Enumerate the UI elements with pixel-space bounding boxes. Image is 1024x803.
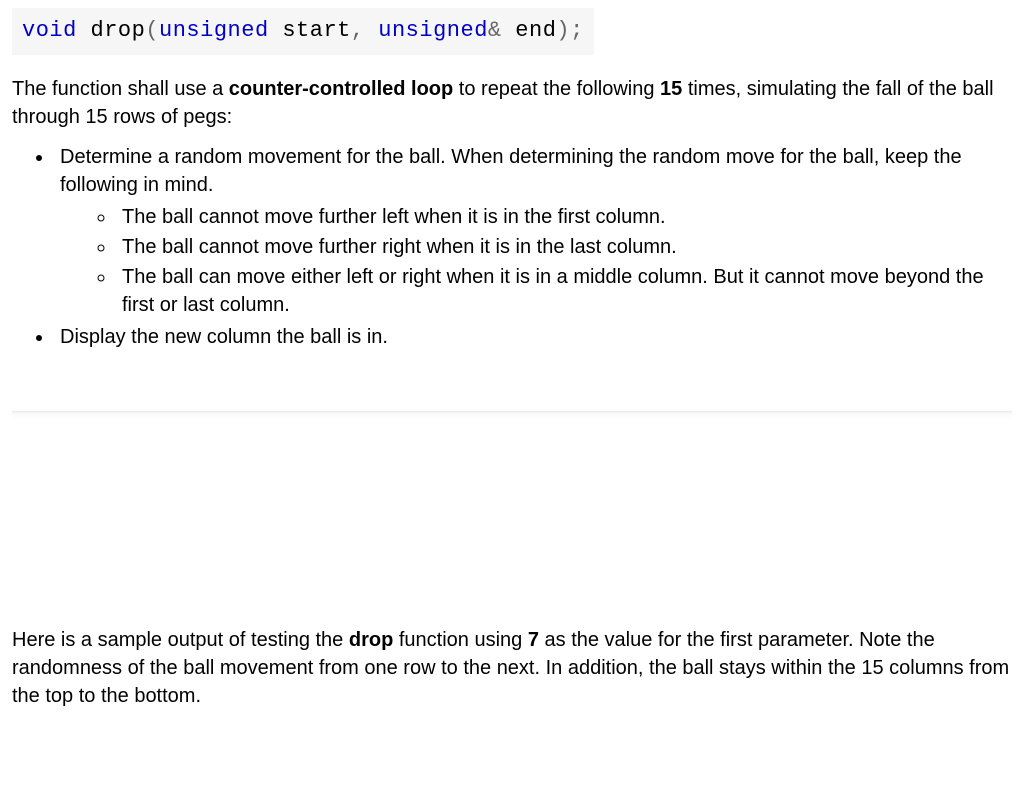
sample-bold-drop: drop (349, 629, 393, 651)
bullet-determine: Determine a random movement for the ball… (54, 143, 1012, 319)
sub-bullet-left: The ball cannot move further left when i… (116, 203, 1012, 231)
bullet-display: Display the new column the ball is in. (54, 323, 1012, 351)
rparen-semi: ); (556, 18, 583, 43)
param-start: start (269, 18, 351, 43)
code-snippet: void drop(unsigned start, unsigned& end)… (12, 8, 594, 55)
type-unsigned-2: unsigned (378, 18, 488, 43)
param-end: end (502, 18, 557, 43)
intro-text-1: The function shall use a (12, 78, 229, 100)
sample-text-2: function using (393, 629, 528, 651)
sample-text-1: Here is a sample output of testing the (12, 629, 349, 651)
keyword-void: void (22, 18, 77, 43)
intro-bold-15: 15 (660, 78, 682, 100)
intro-text-2: to repeat the following (453, 78, 660, 100)
main-bullet-list: Determine a random movement for the ball… (54, 143, 1012, 351)
type-unsigned-1: unsigned (159, 18, 269, 43)
sub-bullet-middle: The ball can move either left or right w… (116, 263, 1012, 319)
lparen: ( (145, 18, 159, 43)
section-divider (12, 411, 1012, 622)
comma: , (351, 18, 378, 43)
sample-paragraph: Here is a sample output of testing the d… (12, 626, 1012, 710)
sample-bold-7: 7 (528, 629, 539, 651)
intro-paragraph: The function shall use a counter-control… (12, 75, 1012, 131)
function-name: drop (91, 18, 146, 43)
intro-bold-loop: counter-controlled loop (229, 78, 453, 100)
sub-bullet-right: The ball cannot move further right when … (116, 233, 1012, 261)
sub-bullet-list: The ball cannot move further left when i… (116, 203, 1012, 319)
bullet-determine-text: Determine a random movement for the ball… (60, 146, 962, 196)
ampersand: & (488, 18, 502, 43)
